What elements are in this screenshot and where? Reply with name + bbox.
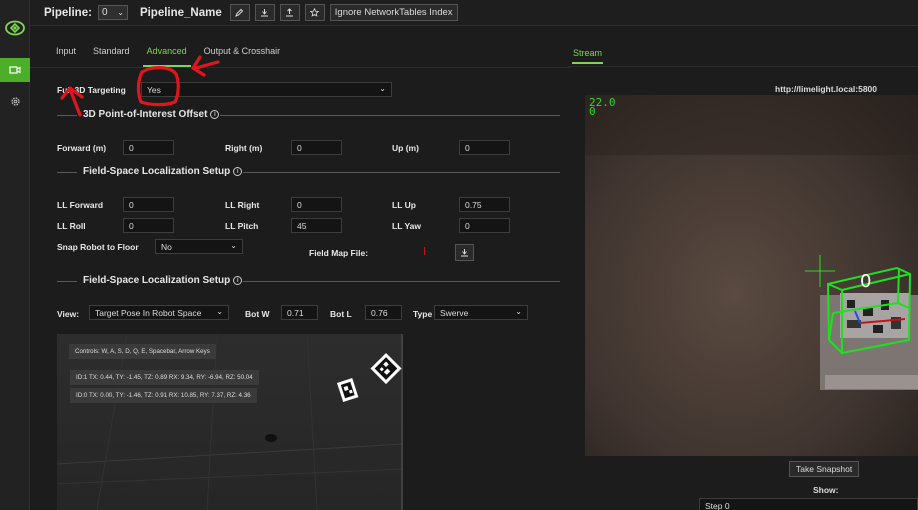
info-icon[interactable]: i bbox=[233, 167, 243, 176]
tab-divider bbox=[30, 67, 570, 68]
bot-l-input[interactable]: 0.76 bbox=[365, 305, 402, 320]
fsl-section-header: Field-Space Localization Setup i bbox=[57, 166, 560, 180]
viewer-tag0-pose: ID:0 TX: 0.00, TY: -1.46, TZ: 0.91 RX: 1… bbox=[70, 388, 257, 403]
settings-tabs: Input Standard Advanced Output & Crossha… bbox=[56, 46, 297, 67]
top-bar: Pipeline: 0 ⌄ Pipeline_Name Ignore Netwo… bbox=[30, 0, 918, 26]
ll-right-input[interactable]: 0 bbox=[291, 197, 342, 212]
target-id-label: 0 bbox=[860, 271, 872, 292]
show-label: Show: bbox=[813, 485, 839, 495]
take-snapshot-button[interactable]: Take Snapshot bbox=[789, 461, 860, 477]
stream-divider bbox=[568, 66, 918, 67]
forward-label: Forward (m) bbox=[57, 143, 107, 153]
field-3d-scene bbox=[57, 334, 403, 510]
full-3d-targeting-select[interactable]: Yes ⌄ bbox=[141, 82, 392, 97]
pencil-icon bbox=[235, 8, 244, 17]
chevron-down-icon: ⌄ bbox=[216, 307, 223, 316]
fsl-viewer-section-header: Field-Space Localization Setup i bbox=[57, 275, 560, 289]
forward-input[interactable]: 0 bbox=[123, 140, 174, 155]
full-3d-targeting-value: Yes bbox=[147, 85, 161, 95]
ll-up-label: LL Up bbox=[392, 200, 416, 210]
upload-pipeline-button[interactable] bbox=[254, 4, 275, 21]
edit-pipeline-button[interactable] bbox=[229, 4, 250, 21]
favorite-pipeline-button[interactable] bbox=[304, 4, 325, 21]
snap-robot-select[interactable]: No ⌄ bbox=[155, 239, 243, 254]
viewer-tag1-pose: ID:1 TX: 0.44, TY: -1.45, TZ: 0.89 RX: 9… bbox=[70, 370, 259, 385]
pipeline-select[interactable]: 0 ⌄ bbox=[97, 5, 128, 20]
limelight-app: Pipeline: 0 ⌄ Pipeline_Name Ignore Netwo… bbox=[0, 0, 918, 510]
right-input[interactable]: 0 bbox=[291, 140, 342, 155]
poi-section-title: 3D Point-of-Interest Offset bbox=[83, 109, 208, 120]
ll-right-label: LL Right bbox=[225, 200, 260, 210]
info-icon[interactable]: i bbox=[210, 110, 220, 119]
ll-forward-label: LL Forward bbox=[57, 200, 104, 210]
tab-standard[interactable]: Standard bbox=[93, 46, 130, 67]
camera-stream-view[interactable]: 22.0 0 0 bbox=[585, 95, 918, 456]
chevron-down-icon: ⌄ bbox=[230, 241, 237, 250]
sidebar-item-camera[interactable] bbox=[0, 58, 30, 82]
poi-section-header: 3D Point-of-Interest Offset i bbox=[57, 109, 560, 123]
stream-url[interactable]: http://limelight.local:5800 bbox=[775, 84, 877, 94]
limelight-logo-icon[interactable] bbox=[4, 17, 26, 39]
sidebar-item-settings[interactable] bbox=[0, 89, 30, 113]
view-value: Target Pose In Robot Space bbox=[95, 308, 202, 318]
right-label: Right (m) bbox=[225, 143, 263, 153]
drive-type-label: Type bbox=[413, 309, 433, 319]
view-label: View: bbox=[57, 309, 80, 319]
ll-roll-input[interactable]: 0 bbox=[123, 218, 174, 233]
chevron-down-icon: ⌄ bbox=[379, 84, 386, 93]
bot-w-input[interactable]: 0.71 bbox=[281, 305, 318, 320]
star-icon bbox=[310, 8, 320, 17]
drive-type-select[interactable]: Swerve ⌄ bbox=[434, 305, 528, 320]
sidebar bbox=[0, 0, 30, 510]
stream-overlay-line2: 0 bbox=[589, 105, 596, 118]
camera-icon bbox=[9, 66, 21, 74]
tab-advanced[interactable]: Advanced bbox=[142, 46, 191, 67]
tab-stream[interactable]: Stream bbox=[571, 48, 604, 64]
viewer-controls-hint: Controls: W, A, S, D, Q, E, Spacebar, Ar… bbox=[69, 344, 216, 359]
ll-pitch-input[interactable]: 45 bbox=[291, 218, 342, 233]
upload-icon bbox=[461, 249, 468, 257]
chevron-down-icon: ⌄ bbox=[515, 307, 522, 316]
ll-roll-label: LL Roll bbox=[57, 221, 86, 231]
up-input[interactable]: 0 bbox=[459, 140, 510, 155]
field-3d-viewer[interactable]: Controls: W, A, S, D, Q, E, Spacebar, Ar… bbox=[57, 334, 403, 510]
field-map-status-mark bbox=[424, 247, 425, 255]
gear-icon bbox=[10, 96, 20, 106]
download-pipeline-button[interactable] bbox=[279, 4, 300, 21]
tab-output-crosshair[interactable]: Output & Crosshair bbox=[204, 46, 281, 67]
pipeline-name[interactable]: Pipeline_Name bbox=[140, 7, 222, 19]
show-select[interactable]: Step 0 bbox=[699, 498, 918, 510]
ll-forward-input[interactable]: 0 bbox=[123, 197, 174, 212]
fsl-viewer-section-title: Field-Space Localization Setup bbox=[83, 275, 231, 286]
field-map-label: Field Map File: bbox=[309, 248, 369, 258]
drive-type-value: Swerve bbox=[440, 308, 469, 318]
view-select[interactable]: Target Pose In Robot Space ⌄ bbox=[89, 305, 229, 320]
fsl-section-title: Field-Space Localization Setup bbox=[83, 166, 231, 177]
info-icon[interactable]: i bbox=[233, 276, 243, 285]
full-3d-targeting-label: Full 3D Targeting bbox=[57, 85, 126, 95]
ll-pitch-label: LL Pitch bbox=[225, 221, 259, 231]
field-map-upload-button[interactable] bbox=[455, 244, 474, 261]
tab-input[interactable]: Input bbox=[56, 46, 76, 67]
ll-up-input[interactable]: 0.75 bbox=[459, 197, 510, 212]
download-icon bbox=[286, 8, 294, 17]
pipeline-label: Pipeline: bbox=[44, 6, 92, 19]
upload-icon bbox=[261, 9, 269, 17]
snap-robot-label: Snap Robot to Floor bbox=[57, 242, 139, 252]
bot-l-label: Bot L bbox=[330, 309, 352, 319]
ll-yaw-input[interactable]: 0 bbox=[459, 218, 510, 233]
chevron-down-icon: ⌄ bbox=[117, 8, 124, 17]
ignore-networktables-index-button[interactable]: Ignore NetworkTables Index bbox=[329, 4, 458, 21]
bot-w-label: Bot W bbox=[245, 309, 270, 319]
up-label: Up (m) bbox=[392, 143, 419, 153]
ll-yaw-label: LL Yaw bbox=[392, 221, 421, 231]
snap-robot-value: No bbox=[161, 242, 172, 252]
pipeline-index: 0 bbox=[101, 7, 108, 18]
